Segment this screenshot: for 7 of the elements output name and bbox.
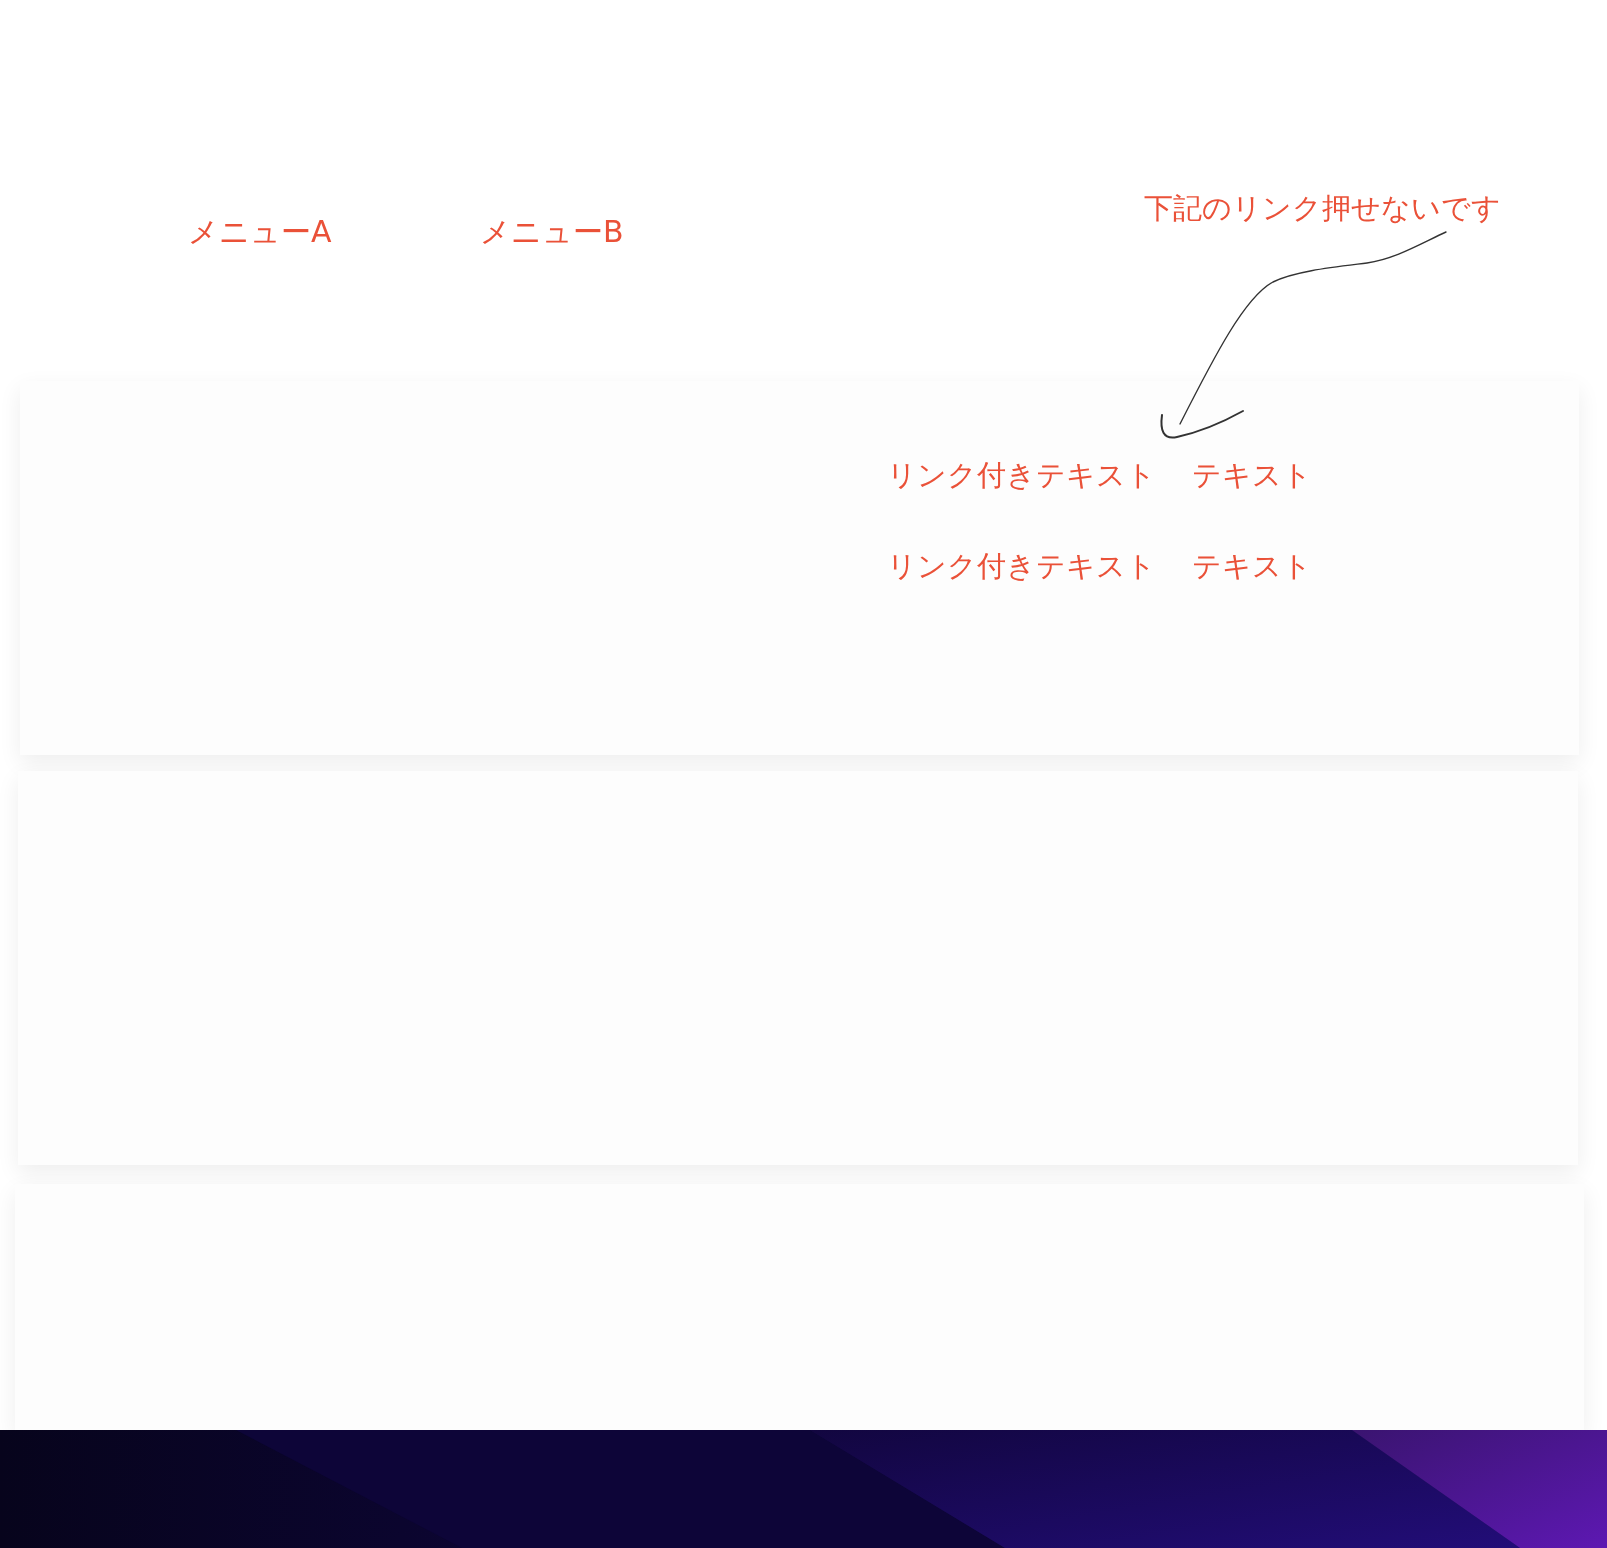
text-link[interactable]: リンク付きテキスト	[887, 455, 1156, 496]
row-text: テキスト	[1192, 457, 1312, 494]
text-link[interactable]: リンク付きテキスト	[887, 545, 1156, 587]
annotation-note: 下記のリンク押せないです	[1144, 190, 1501, 227]
row-text: テキスト	[1192, 547, 1312, 585]
menu-link[interactable]: メニューB	[480, 212, 624, 251]
menu-link[interactable]: メニューA	[188, 212, 332, 251]
